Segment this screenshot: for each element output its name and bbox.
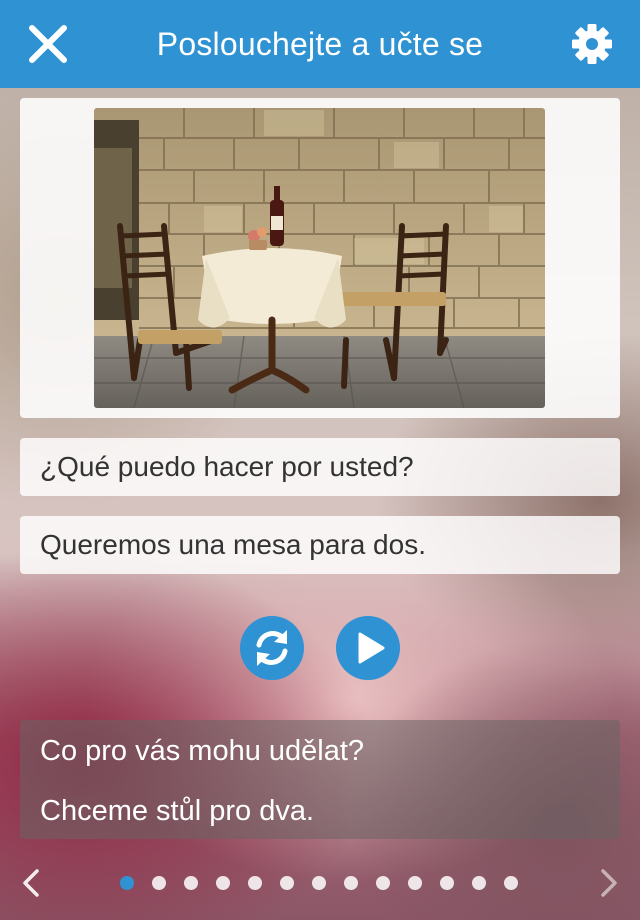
page-indicator [120,876,518,890]
page-title: Poslouchejte a učte se [156,26,484,62]
translation-line-1: Co pro vás mohu udělat? [40,735,365,767]
repeat-icon [256,630,288,666]
next-button[interactable] [594,868,622,898]
cafe-table-photo [94,108,545,408]
page-dot[interactable] [248,876,262,890]
image-card [20,98,620,418]
pager [0,860,640,906]
page-dot[interactable] [440,876,454,890]
translation-line-2: Chceme stůl pro dva. [40,795,315,827]
play-button[interactable] [336,616,400,680]
page-dot[interactable] [216,876,230,890]
previous-button[interactable] [18,868,46,898]
translation-box: Co pro vás mohu udělat? Chceme stůl pro … [20,720,620,839]
app-screen: Poslouchejte a učte se ¿Qué puedo hacer … [0,0,640,920]
page-dot[interactable] [344,876,358,890]
play-icon [358,632,385,664]
page-dot[interactable] [280,876,294,890]
header-bar: Poslouchejte a učte se [0,0,640,88]
page-dot[interactable] [472,876,486,890]
page-dot[interactable] [408,876,422,890]
page-dot[interactable] [376,876,390,890]
settings-button[interactable] [566,18,618,70]
phrase-1[interactable]: ¿Qué puedo hacer por usted? [20,438,620,496]
repeat-button[interactable] [240,616,304,680]
chevron-right-icon [601,869,617,897]
page-dot[interactable] [152,876,166,890]
page-dot[interactable] [184,876,198,890]
phrase-2[interactable]: Queremos una mesa para dos. [20,516,620,574]
page-dot[interactable] [504,876,518,890]
chevron-left-icon [23,869,39,897]
page-dot[interactable] [312,876,326,890]
gear-icon [572,24,612,64]
page-dot[interactable] [120,876,134,890]
